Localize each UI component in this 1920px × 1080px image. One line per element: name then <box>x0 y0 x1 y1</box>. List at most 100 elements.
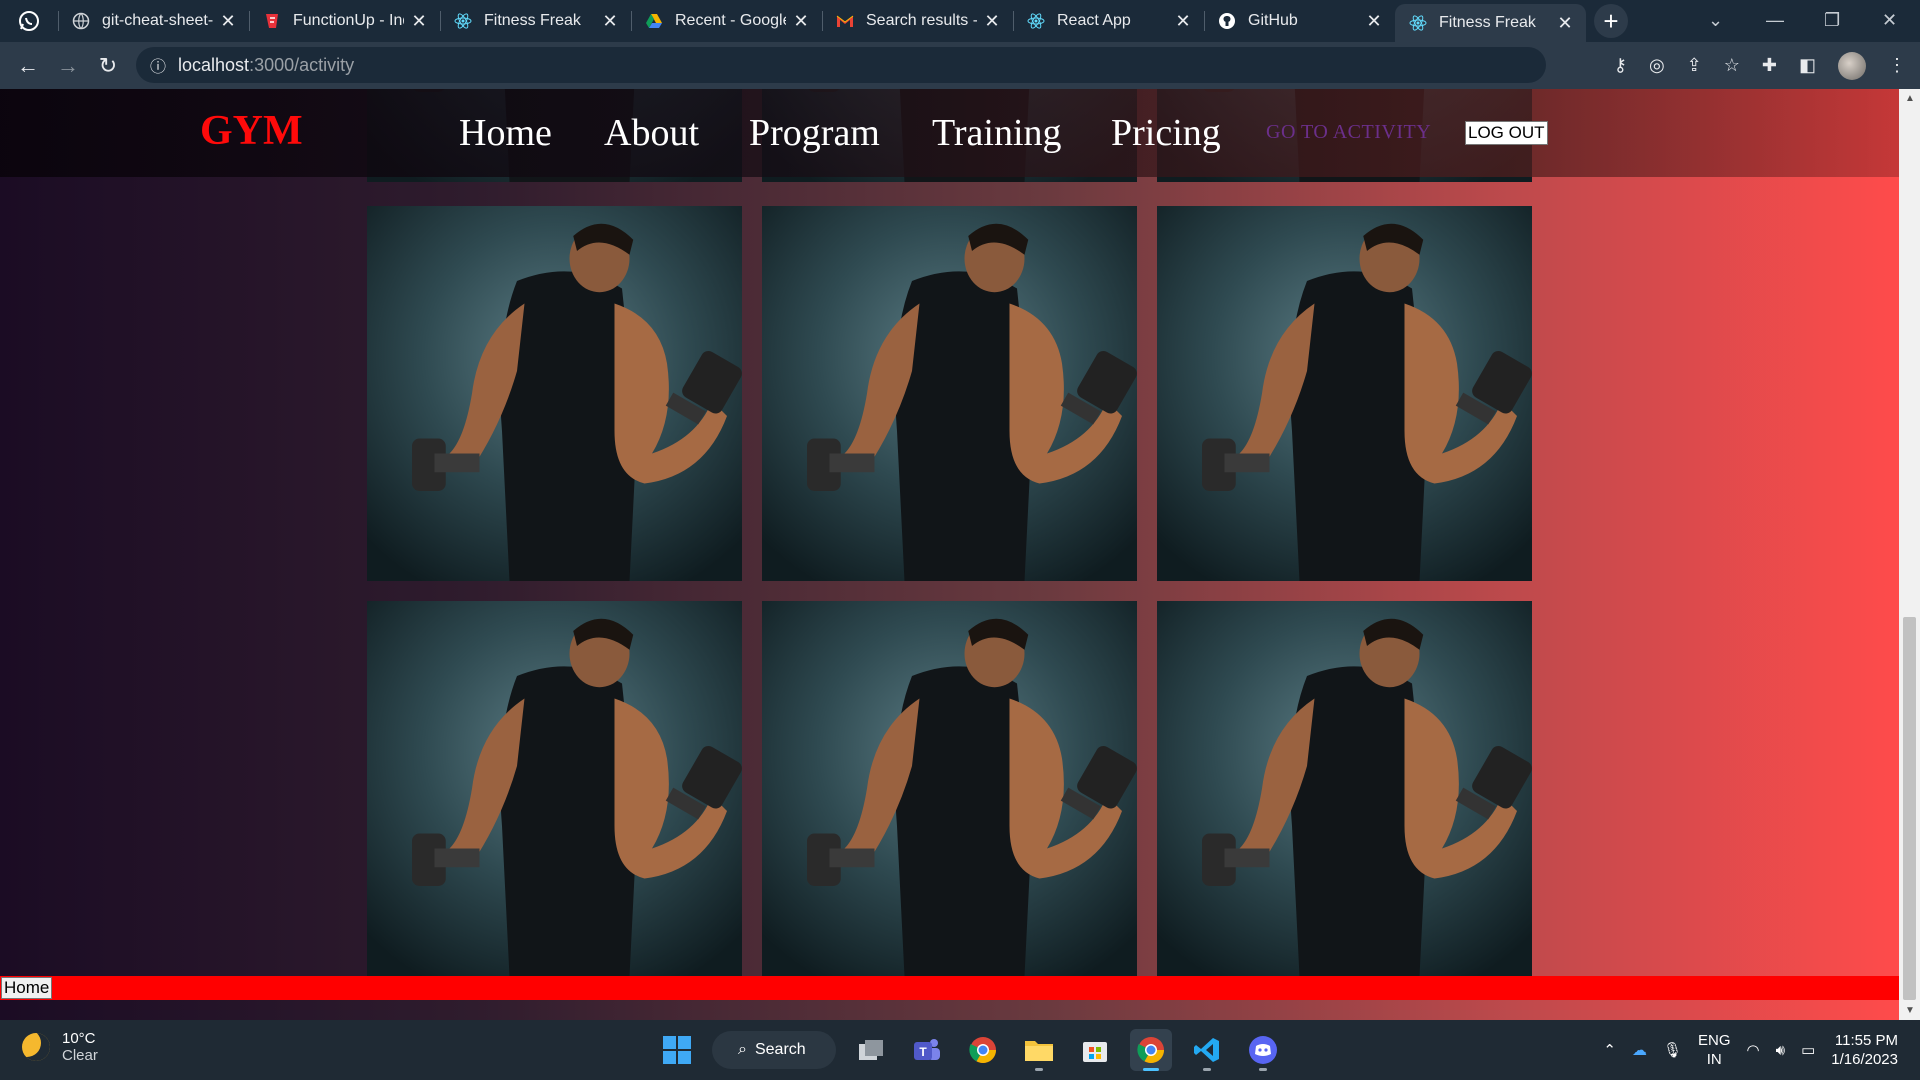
tab-strip: git-cheat-sheet- ✕ FunctionUp - Ind ✕ Fi… <box>0 0 1920 42</box>
onedrive-icon[interactable]: ☁ <box>1632 1041 1647 1059</box>
nav-about[interactable]: About <box>604 111 699 155</box>
address-bar[interactable]: ⓘ localhost:3000/activity <box>136 47 1546 83</box>
forward-icon[interactable]: → <box>48 46 88 86</box>
os-taskbar: 10°C Clear ⌕ Search T ⌃ ☁ 🎙︎ ENG IN ◠ 🔊︎… <box>0 1020 1920 1080</box>
react-icon <box>1027 12 1045 30</box>
site-navbar: GYM Home About Program Training Pricing … <box>0 89 1899 177</box>
tab-fitness-freak-active[interactable]: Fitness Freak ✕ <box>1395 4 1586 42</box>
close-tab-icon[interactable]: ✕ <box>1174 11 1192 32</box>
store-button[interactable] <box>1074 1029 1116 1071</box>
clock[interactable]: 11:55 PM 1/16/2023 <box>1831 1031 1898 1069</box>
logout-button[interactable]: LOG OUT <box>1465 121 1548 145</box>
chrome-icon <box>1137 1037 1165 1064</box>
microphone-icon[interactable]: 🎙︎ <box>1663 1041 1682 1059</box>
key-icon[interactable]: ⚷ <box>1614 55 1627 76</box>
tab-title: React App <box>1057 12 1131 29</box>
battery-icon[interactable]: ▭ <box>1801 1041 1815 1059</box>
gallery-image <box>1157 601 1532 976</box>
close-tab-icon[interactable]: ✕ <box>1365 11 1383 32</box>
github-icon <box>1218 12 1236 30</box>
close-tab-icon[interactable]: ✕ <box>1556 13 1574 34</box>
tab-github[interactable]: GitHub ✕ <box>1204 0 1395 42</box>
show-hidden-icons-icon[interactable]: ⌃ <box>1603 1041 1616 1059</box>
tab-title: Fitness Freak <box>1439 14 1536 31</box>
running-indicator <box>1035 1068 1043 1071</box>
page-scrollbar[interactable]: ▲ ▼ <box>1899 89 1920 1020</box>
close-tab-icon[interactable]: ✕ <box>792 11 810 32</box>
go-to-activity-link[interactable]: GO TO ACTIVITY <box>1266 121 1431 144</box>
vscode-icon <box>1194 1038 1219 1062</box>
nav-home[interactable]: Home <box>459 111 552 155</box>
taskbar-apps: ⌕ Search T <box>656 1028 1284 1072</box>
tab-title: Search results - <box>866 12 977 29</box>
brand-logo[interactable]: GYM <box>200 107 303 155</box>
weather-widget[interactable]: 10°C Clear <box>22 1030 98 1064</box>
bookmark-star-icon[interactable]: ☆ <box>1724 55 1740 76</box>
gallery-image <box>762 206 1137 581</box>
extensions-icon[interactable]: ✚ <box>1762 55 1777 76</box>
new-tab-button[interactable]: + <box>1594 4 1628 38</box>
tab-search-icon[interactable]: ⌄ <box>1708 0 1723 40</box>
teams-icon: T <box>914 1039 940 1060</box>
close-tab-icon[interactable]: ✕ <box>983 11 1001 32</box>
tab-title: git-cheat-sheet- <box>102 12 213 29</box>
close-tab-icon[interactable]: ✕ <box>601 11 619 32</box>
whatsapp-icon <box>19 11 39 31</box>
menu-icon[interactable]: ⋮ <box>1888 55 1906 76</box>
gallery-image <box>367 206 742 581</box>
gmail-icon <box>836 12 854 30</box>
start-button[interactable] <box>656 1029 698 1071</box>
page-viewport: GYM Home About Program Training Pricing … <box>0 89 1920 1020</box>
tab-git-cheat-sheet[interactable]: git-cheat-sheet- ✕ <box>58 0 249 42</box>
tab-google-drive[interactable]: Recent - Google ✕ <box>631 0 822 42</box>
tab-react-app[interactable]: React App ✕ <box>1013 0 1204 42</box>
nav-pricing[interactable]: Pricing <box>1111 111 1221 155</box>
google-drive-icon <box>645 12 663 30</box>
tab-fitness-freak[interactable]: Fitness Freak ✕ <box>440 0 631 42</box>
page-footer: Home <box>0 976 1899 1000</box>
file-explorer-button[interactable] <box>1018 1029 1060 1071</box>
task-view-icon <box>859 1040 883 1060</box>
man-with-dumbbell-image <box>1157 601 1532 976</box>
discord-button[interactable] <box>1242 1029 1284 1071</box>
chrome-button[interactable] <box>962 1029 1004 1071</box>
minimize-icon[interactable]: — <box>1766 0 1784 40</box>
side-panel-icon[interactable]: ◧ <box>1799 55 1816 76</box>
tab-functionup[interactable]: FunctionUp - Ind ✕ <box>249 0 440 42</box>
scrollbar-thumb[interactable] <box>1903 617 1916 1000</box>
task-view-button[interactable] <box>850 1029 892 1071</box>
teams-button[interactable]: T <box>906 1029 948 1071</box>
input-language[interactable]: ENG IN <box>1698 1031 1731 1069</box>
search-label: Search <box>754 1041 806 1058</box>
volume-icon[interactable]: 🔊︎ <box>1776 1042 1785 1059</box>
clock-date: 1/16/2023 <box>1831 1051 1898 1068</box>
share-icon[interactable]: ⇪ <box>1687 55 1702 76</box>
tab-title: Recent - Google <box>675 12 786 29</box>
weather-temp: 10°C <box>62 1030 96 1047</box>
close-window-icon[interactable]: ✕ <box>1882 0 1897 40</box>
taskbar-search[interactable]: ⌕ Search <box>712 1031 836 1069</box>
nav-training[interactable]: Training <box>932 111 1062 155</box>
close-tab-icon[interactable]: ✕ <box>219 11 237 32</box>
wifi-icon[interactable]: ◠ <box>1747 1041 1760 1059</box>
scroll-down-icon[interactable]: ▼ <box>1905 1005 1915 1016</box>
running-indicator <box>1143 1068 1159 1071</box>
tab-title: FunctionUp - Ind <box>293 12 404 29</box>
man-with-dumbbell-image <box>762 206 1137 581</box>
back-icon[interactable]: ← <box>8 46 48 86</box>
lang-code: ENG <box>1698 1032 1731 1049</box>
profile-avatar[interactable] <box>1838 51 1866 80</box>
eye-off-icon[interactable]: ◎ <box>1649 55 1665 76</box>
restore-icon[interactable]: ❐ <box>1824 0 1840 40</box>
close-tab-icon[interactable]: ✕ <box>410 11 428 32</box>
site-info-icon[interactable]: ⓘ <box>150 53 166 77</box>
reload-icon[interactable]: ↻ <box>88 46 128 86</box>
vscode-button[interactable] <box>1186 1029 1228 1071</box>
chrome-active-button[interactable] <box>1130 1029 1172 1071</box>
tab-gmail-search[interactable]: Search results - ✕ <box>822 0 1013 42</box>
scroll-up-icon[interactable]: ▲ <box>1905 93 1915 104</box>
whatsapp-tab[interactable] <box>0 0 58 42</box>
footer-home-button[interactable]: Home <box>1 977 53 999</box>
nav-program[interactable]: Program <box>749 111 880 155</box>
tab-title: Fitness Freak <box>484 12 581 29</box>
